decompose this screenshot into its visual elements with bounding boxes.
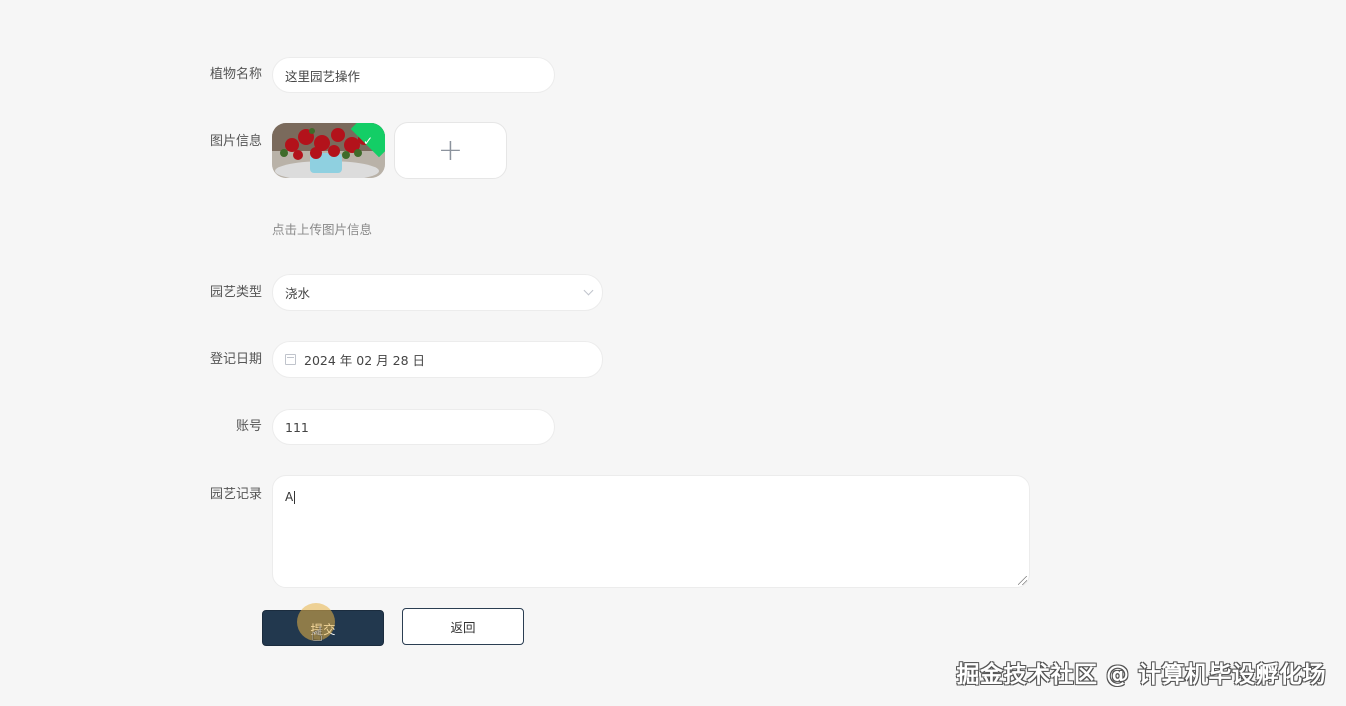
resize-handle-icon[interactable] [1018,576,1027,585]
calendar-icon [285,354,296,365]
back-label: 返回 [450,620,476,635]
plant-name-label: 植物名称 [209,67,262,82]
back-button[interactable]: 返回 [402,608,524,645]
register-date-label: 登记日期 [209,352,262,367]
chevron-down-icon [583,285,594,296]
garden-record-textarea[interactable]: A [272,475,1030,588]
account-label: 账号 [235,419,262,434]
image-upload-button[interactable]: + [394,122,507,179]
account-input[interactable]: 111 [272,409,555,445]
upload-hint: 点击上传图片信息 [272,222,373,237]
plant-name-input[interactable]: 这里园艺操作 [272,57,555,93]
garden-type-value: 浇水 [285,286,311,301]
garden-record-label: 园艺记录 [209,487,262,502]
plus-icon: + [437,133,464,168]
text-caret [294,491,296,504]
register-date-picker[interactable]: 2024 年 02 月 28 日 [272,341,603,378]
image-info-label: 图片信息 [209,134,262,149]
garden-type-select[interactable]: 浇水 [272,274,603,311]
watermark: 掘金技术社区 @ 计算机毕设孵化场 [956,662,1326,688]
garden-type-label: 园艺类型 [209,285,262,300]
uploaded-image-thumbnail[interactable]: ✓ [272,123,385,178]
hand-cursor-icon: ☝ [311,622,324,646]
register-date-value: 2024 年 02 月 28 日 [304,353,425,368]
check-icon: ✓ [362,134,373,148]
account-value: 111 [285,419,309,435]
plant-name-value: 这里园艺操作 [285,68,361,84]
garden-record-value: A [285,490,294,504]
